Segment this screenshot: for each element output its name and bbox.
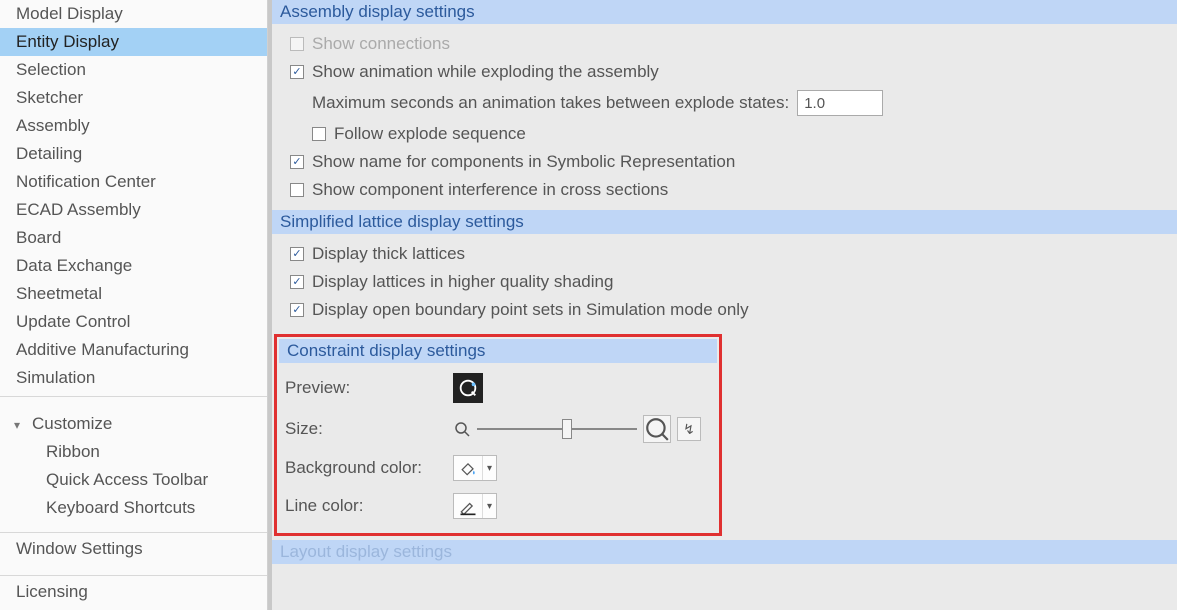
sidebar-item-model-display[interactable]: Model Display	[0, 0, 267, 28]
sidebar-subitem-quick-access-toolbar[interactable]: Quick Access Toolbar	[0, 466, 267, 494]
pen-icon	[454, 494, 482, 518]
section-header-assembly: Assembly display settings	[272, 0, 1177, 24]
settings-main-panel: Assembly display settings Show connectio…	[268, 0, 1177, 610]
input-max-seconds[interactable]: 1.0	[797, 90, 883, 116]
label-thick-lattices: Display thick lattices	[312, 244, 465, 264]
size-slider-thumb[interactable]	[562, 419, 572, 439]
sidebar-item-notification-center[interactable]: Notification Center	[0, 168, 267, 196]
label-follow-explode: Follow explode sequence	[334, 124, 526, 144]
checkbox-open-boundary[interactable]: ✓	[290, 303, 304, 317]
label-size: Size:	[285, 419, 445, 439]
constraint-preview-icon	[457, 377, 479, 399]
sidebar-item-window-settings[interactable]: Window Settings	[0, 532, 267, 565]
sidebar-item-licensing[interactable]: Licensing	[0, 575, 267, 608]
checkbox-show-name-symbolic[interactable]: ✓	[290, 155, 304, 169]
constraint-settings-highlight: Constraint display settings Preview: Siz…	[274, 334, 722, 536]
label-show-animation: Show animation while exploding the assem…	[312, 62, 659, 82]
sidebar-item-board[interactable]: Board	[0, 224, 267, 252]
sidebar-item-entity-display[interactable]: Entity Display	[0, 28, 267, 56]
size-small-icon	[453, 420, 471, 438]
label-show-interference: Show component interference in cross sec…	[312, 180, 668, 200]
section-header-layout-cutoff: Layout display settings	[272, 540, 1177, 564]
sidebar-group-customize[interactable]: Customize	[0, 410, 267, 438]
sidebar-item-selection[interactable]: Selection	[0, 56, 267, 84]
label-open-boundary: Display open boundary point sets in Simu…	[312, 300, 749, 320]
sidebar-item-ecad-assembly[interactable]: ECAD Assembly	[0, 196, 267, 224]
chevron-down-icon: ▾	[482, 456, 496, 480]
size-reset-button[interactable]: ↯	[677, 417, 701, 441]
chevron-down-icon: ▾	[482, 494, 496, 518]
sidebar-category-list: Model Display Entity Display Selection S…	[0, 0, 267, 392]
size-slider-track[interactable]	[477, 428, 637, 430]
label-background-color: Background color:	[285, 458, 445, 478]
label-show-name-symbolic: Show name for components in Symbolic Rep…	[312, 152, 735, 172]
sidebar-subitem-ribbon[interactable]: Ribbon	[0, 438, 267, 466]
checkbox-thick-lattices[interactable]: ✓	[290, 247, 304, 261]
sidebar-item-detailing[interactable]: Detailing	[0, 140, 267, 168]
sidebar-item-sketcher[interactable]: Sketcher	[0, 84, 267, 112]
section-header-lattice: Simplified lattice display settings	[272, 210, 1177, 234]
label-line-color: Line color:	[285, 496, 445, 516]
sidebar-item-update-control[interactable]: Update Control	[0, 308, 267, 336]
label-show-connections: Show connections	[312, 34, 450, 54]
constraint-size-slider: ↯	[453, 415, 701, 443]
background-color-dropdown[interactable]: ▾	[453, 455, 497, 481]
label-max-seconds: Maximum seconds an animation takes betwe…	[312, 93, 789, 113]
checkbox-show-connections	[290, 37, 304, 51]
checkbox-follow-explode[interactable]	[312, 127, 326, 141]
sidebar-item-sheetmetal[interactable]: Sheetmetal	[0, 280, 267, 308]
constraint-preview-swatch	[453, 373, 483, 403]
sidebar-subitem-keyboard-shortcuts[interactable]: Keyboard Shortcuts	[0, 494, 267, 522]
checkbox-show-interference[interactable]	[290, 183, 304, 197]
label-hq-shading: Display lattices in higher quality shadi…	[312, 272, 613, 292]
section-header-constraint: Constraint display settings	[279, 339, 717, 363]
checkbox-show-animation[interactable]: ✓	[290, 65, 304, 79]
paint-bucket-icon	[454, 456, 482, 480]
settings-sidebar: Model Display Entity Display Selection S…	[0, 0, 268, 610]
sidebar-item-simulation[interactable]: Simulation	[0, 364, 267, 392]
checkbox-hq-shading[interactable]: ✓	[290, 275, 304, 289]
line-color-dropdown[interactable]: ▾	[453, 493, 497, 519]
sidebar-item-additive-manufacturing[interactable]: Additive Manufacturing	[0, 336, 267, 364]
sidebar-item-data-exchange[interactable]: Data Exchange	[0, 252, 267, 280]
label-preview: Preview:	[285, 378, 445, 398]
size-large-icon	[643, 415, 671, 443]
sidebar-item-assembly[interactable]: Assembly	[0, 112, 267, 140]
